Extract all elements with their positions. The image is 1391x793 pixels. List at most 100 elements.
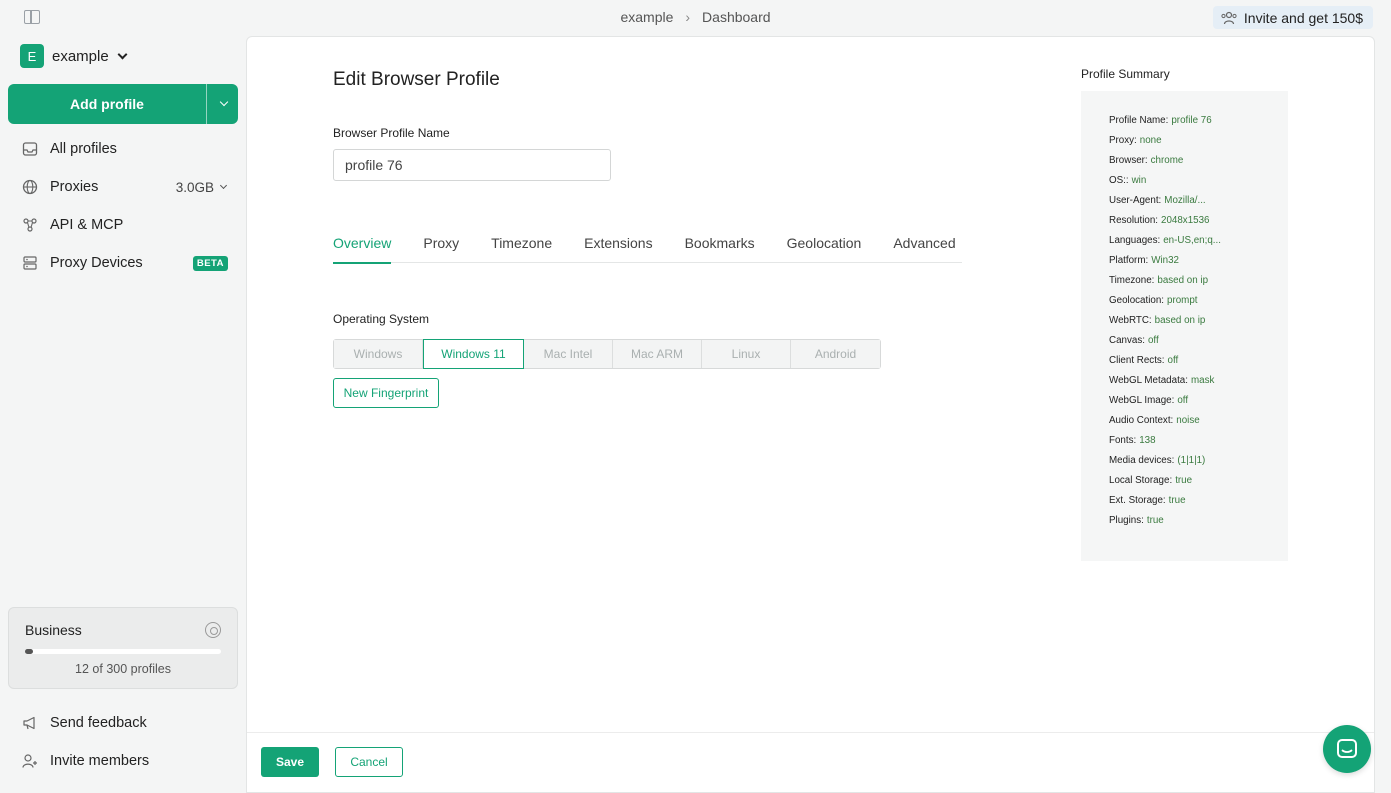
tab-extensions[interactable]: Extensions xyxy=(584,227,652,263)
sidebar-item-send-feedback[interactable]: Send feedback xyxy=(8,704,238,742)
summary-value: chrome xyxy=(1150,155,1184,166)
summary-key: Local Storage: xyxy=(1109,475,1173,486)
summary-row: WebRTC: based on ip xyxy=(1109,315,1288,335)
summary-value: off xyxy=(1177,395,1189,406)
plan-name: Business xyxy=(25,622,82,638)
summary-key: WebRTC: xyxy=(1109,315,1152,326)
tab-bookmarks[interactable]: Bookmarks xyxy=(685,227,755,263)
plan-usage-text: 12 of 300 profiles xyxy=(75,662,171,676)
summary-row: Profile Name: profile 76 xyxy=(1109,115,1288,135)
summary-value: Win32 xyxy=(1151,255,1179,266)
summary-key: Media devices: xyxy=(1109,455,1175,466)
profile-name-input[interactable] xyxy=(333,149,611,181)
summary-value: (1|1|1) xyxy=(1177,455,1206,466)
os-option-linux[interactable]: Linux xyxy=(702,340,791,368)
summary-key: Platform: xyxy=(1109,255,1149,266)
summary-row: Fonts: 138 xyxy=(1109,435,1288,455)
sidebar-item-invite-members[interactable]: Invite members xyxy=(8,742,238,780)
new-fingerprint-button[interactable]: New Fingerprint xyxy=(333,378,439,408)
summary-row: Languages: en-US,en;q... xyxy=(1109,235,1288,255)
chevron-down-icon xyxy=(117,49,128,59)
sidebar-item-proxy-devices[interactable]: Proxy Devices BETA xyxy=(8,244,238,282)
save-button[interactable]: Save xyxy=(261,747,319,777)
os-option-windows-11[interactable]: Windows 11 xyxy=(423,339,524,369)
summary-value: off xyxy=(1147,335,1159,346)
os-selector: Windows Windows 11 Mac Intel Mac ARM Lin… xyxy=(333,339,881,369)
summary-value: profile 76 xyxy=(1171,115,1212,126)
summary-key: Plugins: xyxy=(1109,515,1144,526)
summary-row: Geolocation: prompt xyxy=(1109,295,1288,315)
sidebar-item-label: Proxy Devices xyxy=(50,255,143,271)
summary-value: Mozilla/... xyxy=(1164,195,1206,206)
megaphone-icon xyxy=(23,716,35,730)
summary-key: Client Rects: xyxy=(1109,355,1165,366)
summary-value: true xyxy=(1175,475,1193,486)
profile-summary: Profile Name: profile 76 Proxy: none Browser… xyxy=(1081,91,1288,561)
sidebar-nav: All profiles Proxies 3.0GB API & MCP Pro… xyxy=(8,130,238,282)
sidebar: E example Add profile All profiles Proxi… xyxy=(0,36,246,793)
server-icon xyxy=(23,256,37,270)
summary-row: Platform: Win32 xyxy=(1109,255,1288,275)
chevron-down-icon xyxy=(219,97,228,107)
add-profile-button[interactable]: Add profile xyxy=(8,84,207,124)
chevron-right-icon: › xyxy=(685,9,691,25)
profile-summary-title: Profile Summary xyxy=(1081,67,1170,81)
summary-value: based on ip xyxy=(1154,315,1206,326)
invite-button[interactable]: Invite and get 150$ xyxy=(1212,6,1373,29)
sidebar-item-api-mcp[interactable]: API & MCP xyxy=(8,206,238,244)
summary-key: Browser: xyxy=(1109,155,1148,166)
gear-icon[interactable] xyxy=(205,622,221,638)
inbox-icon xyxy=(22,142,38,156)
summary-row: Proxy: none xyxy=(1109,135,1288,155)
summary-row: Timezone: based on ip xyxy=(1109,275,1288,295)
summary-row: WebGL Image: off xyxy=(1109,395,1288,415)
summary-key: OS:: xyxy=(1109,175,1129,186)
breadcrumb-workspace[interactable]: example xyxy=(620,9,673,25)
summary-row: Browser: chrome xyxy=(1109,155,1288,175)
os-option-android[interactable]: Android xyxy=(791,340,880,368)
proxy-traffic-value: 3.0GB xyxy=(175,179,214,195)
people-icon xyxy=(1221,11,1237,24)
summary-value: win xyxy=(1131,175,1147,186)
summary-key: Languages: xyxy=(1109,235,1161,246)
summary-value: true xyxy=(1168,495,1186,506)
sidebar-item-proxies[interactable]: Proxies 3.0GB xyxy=(8,168,238,206)
add-profile-dropdown[interactable] xyxy=(207,84,238,124)
summary-key: Fonts: xyxy=(1109,435,1137,446)
add-profile-split-button: Add profile xyxy=(8,84,238,124)
summary-value: prompt xyxy=(1167,295,1198,306)
summary-key: Profile Name: xyxy=(1109,115,1169,126)
tab-advanced[interactable]: Advanced xyxy=(893,227,955,263)
profile-tabs: Overview Proxy Timezone Extensions Bookm… xyxy=(333,227,962,264)
user-plus-icon xyxy=(22,754,37,768)
tab-overview[interactable]: Overview xyxy=(333,227,392,264)
sidebar-item-label: Proxies xyxy=(50,179,99,195)
summary-value: mask xyxy=(1190,375,1215,386)
summary-row: Client Rects: off xyxy=(1109,355,1288,375)
chat-support-button[interactable] xyxy=(1323,725,1371,773)
invite-label: Invite and get 150$ xyxy=(1243,9,1363,26)
summary-key: Audio Context: xyxy=(1109,415,1174,426)
summary-row: Media devices: (1|1|1) xyxy=(1109,455,1288,475)
cancel-button[interactable]: Cancel xyxy=(335,747,403,777)
globe-icon xyxy=(22,179,38,195)
summary-key: User-Agent: xyxy=(1109,195,1162,206)
sidebar-item-all-profiles[interactable]: All profiles xyxy=(8,130,238,168)
summary-value: 2048x1536 xyxy=(1161,215,1210,226)
sidebar-bottom-nav: Send feedback Invite members xyxy=(8,704,238,780)
summary-row: Canvas: off xyxy=(1109,335,1288,355)
summary-key: Resolution: xyxy=(1109,215,1159,226)
tab-geolocation[interactable]: Geolocation xyxy=(787,227,862,263)
workspace-switcher[interactable]: E example xyxy=(20,44,128,68)
os-option-mac-intel[interactable]: Mac Intel xyxy=(524,340,613,368)
summary-key: Geolocation: xyxy=(1109,295,1165,306)
tab-proxy[interactable]: Proxy xyxy=(423,227,459,263)
proxy-traffic-indicator[interactable]: 3.0GB xyxy=(175,179,228,195)
os-option-mac-arm[interactable]: Mac ARM xyxy=(613,340,702,368)
api-icon xyxy=(23,218,37,232)
os-option-windows[interactable]: Windows xyxy=(334,340,423,368)
tab-timezone[interactable]: Timezone xyxy=(491,227,552,263)
workspace-avatar: E xyxy=(20,44,44,68)
summary-row: Audio Context: noise xyxy=(1109,415,1288,435)
summary-value: none xyxy=(1139,135,1162,146)
